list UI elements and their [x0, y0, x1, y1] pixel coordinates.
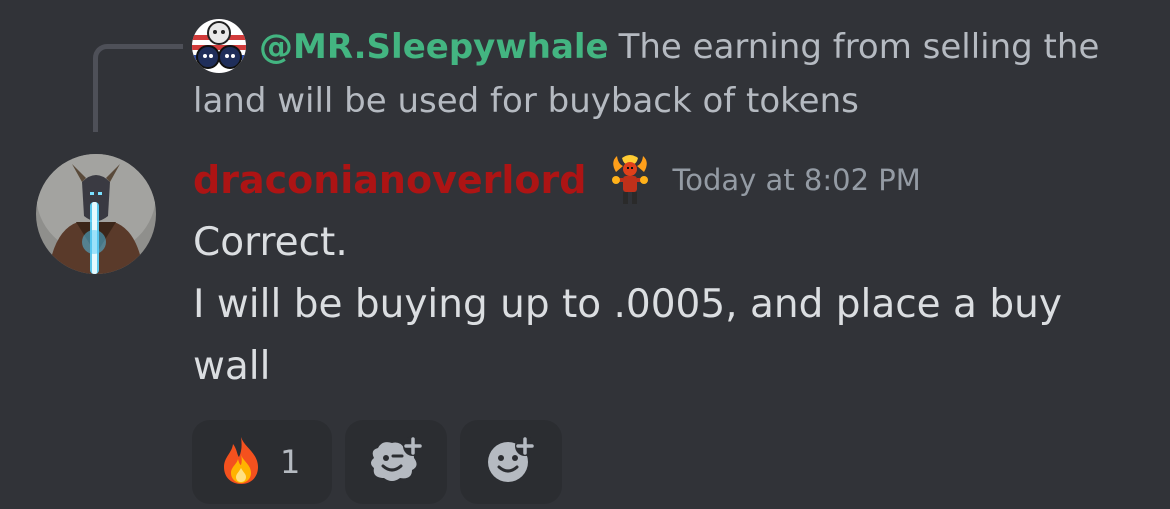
add-reaction-button[interactable] — [460, 420, 562, 504]
fire-icon — [218, 435, 264, 489]
reactions-bar: 1 — [192, 420, 575, 504]
author-name[interactable]: draconianoverlord — [193, 158, 586, 202]
avatar[interactable] — [36, 154, 156, 274]
reply-author[interactable]: @MR.Sleepywhale — [259, 27, 609, 67]
message-line: Correct. — [193, 220, 348, 265]
add-super-reaction-button[interactable] — [345, 420, 447, 504]
reply-connector — [93, 44, 183, 132]
reply-preview[interactable]: @MR.Sleepywhale The earning from selling … — [193, 20, 1123, 128]
message-content: Correct. I will be buying up to .0005, a… — [193, 212, 1123, 398]
add-super-reaction-icon — [368, 436, 424, 488]
reaction-count: 1 — [280, 443, 301, 481]
message-line: I will be buying up to .0005, and place … — [193, 282, 1062, 389]
message-header: draconianoverlord Today at 8:02 PM — [193, 150, 921, 210]
role-flame-figure-icon[interactable] — [608, 154, 652, 206]
reaction-fire[interactable]: 1 — [192, 420, 332, 504]
timestamp[interactable]: Today at 8:02 PM — [672, 163, 920, 197]
add-reaction-icon — [486, 436, 536, 488]
